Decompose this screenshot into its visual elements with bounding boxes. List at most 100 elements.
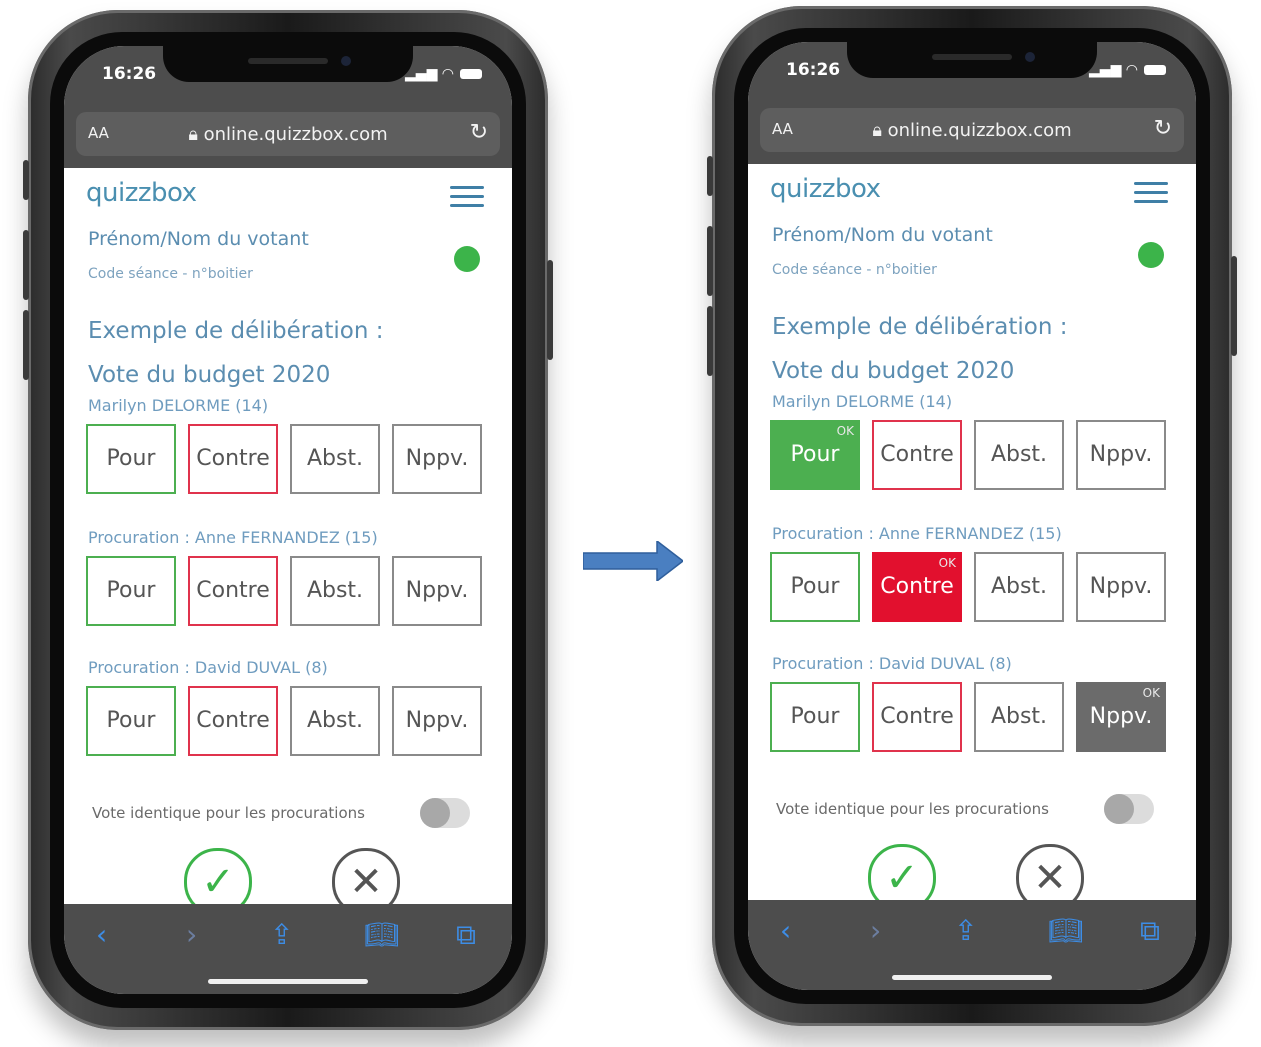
vote-abst-button[interactable]: Abst. — [974, 420, 1064, 490]
home-indicator — [892, 975, 1052, 980]
share-icon[interactable]: ⇪ — [270, 918, 293, 951]
url-text: online.quizzbox.com — [887, 120, 1072, 141]
status-bar: 16:26 ▂▄▆ ◠ — [748, 42, 1196, 102]
vote-option-label: Nppv. — [405, 446, 469, 471]
vote-option-label: Contre — [196, 578, 270, 603]
vote-option-label: Contre — [880, 442, 954, 467]
battery-icon — [460, 69, 482, 79]
same-vote-toggle[interactable] — [1104, 794, 1154, 824]
vote-nppv-button[interactable]: Nppv. — [392, 556, 482, 626]
vote-option-label: Abst. — [306, 578, 364, 603]
vote-option-label: Nppv. — [405, 708, 469, 733]
vote-abst-button[interactable]: Abst. — [290, 686, 380, 756]
vote-row: Pour Contre Abst. Nppv. OK — [770, 682, 1174, 754]
session-code: Code séance - n°boitier — [88, 266, 253, 282]
vote-abst-button[interactable]: Abst. — [290, 424, 380, 494]
lock-icon: 🔒︎ — [188, 124, 198, 145]
status-time: 16:26 — [786, 60, 841, 80]
browser-address-bar: AA 🔒︎ online.quizzbox.com ↻ — [748, 102, 1196, 164]
bezel: 16:26 ▂▄▆ ◠ AA 🔒︎ online.quizzbox.com ↻ … — [50, 32, 526, 1008]
phone-after: 16:26 ▂▄▆ ◠ AA 🔒︎ online.quizzbox.com ↻ … — [707, 6, 1237, 1026]
page-content: quizzbox Prénom/Nom du votant Code séanc… — [748, 164, 1196, 912]
vote-row: Pour OK Contre Abst. Nppv. — [770, 420, 1174, 492]
hamburger-menu-icon[interactable] — [450, 186, 484, 213]
notch — [163, 46, 413, 82]
vote-option-label: Pour — [790, 704, 840, 729]
vote-abst-button[interactable]: Abst. — [290, 556, 380, 626]
vote-abst-button[interactable]: Abst. — [974, 552, 1064, 622]
vote-contre-button[interactable]: Contre — [188, 556, 278, 626]
vote-nppv-button[interactable]: Nppv. — [392, 686, 482, 756]
signal-wifi-battery-icons: ▂▄▆ ◠ — [1089, 62, 1166, 78]
bezel: 16:26 ▂▄▆ ◠ AA 🔒︎ online.quizzbox.com ↻ … — [734, 28, 1210, 1004]
session-code: Code séance - n°boitier — [772, 262, 937, 278]
share-icon[interactable]: ⇪ — [954, 914, 977, 947]
page-content: quizzbox Prénom/Nom du votant Code séanc… — [64, 168, 512, 916]
vote-option-label: Pour — [106, 578, 156, 603]
chevron-left-icon[interactable]: ‹ — [96, 918, 107, 951]
vote-row: Pour Contre Abst. Nppv. — [86, 424, 490, 496]
reload-icon[interactable]: ↻ — [470, 120, 488, 145]
status-dot — [1138, 242, 1164, 268]
vote-group-label: Procuration : David DUVAL (8) — [88, 658, 328, 677]
mute-switch — [707, 156, 713, 196]
vote-nppv-button[interactable]: Nppv. — [1076, 552, 1166, 622]
vote-option-label: Abst. — [990, 574, 1048, 599]
vote-pour-button[interactable]: Pour — [86, 424, 176, 494]
vote-group-label: Procuration : David DUVAL (8) — [772, 654, 1012, 673]
vote-nppv-button[interactable]: Nppv. — [392, 424, 482, 494]
book-icon[interactable]: 📖︎ — [1048, 914, 1084, 947]
vote-pour-button[interactable]: Pour — [86, 686, 176, 756]
quizzbox-logo: quizzbox — [770, 174, 881, 204]
status-time: 16:26 — [102, 64, 157, 84]
url-field[interactable]: AA 🔒︎ online.quizzbox.com ↻ — [76, 112, 500, 156]
volume-down-button — [707, 306, 713, 376]
right-arrow-icon — [583, 541, 683, 581]
vote-contre-button[interactable]: Contre OK — [872, 552, 962, 622]
tabs-icon[interactable]: ⧉ — [456, 918, 476, 952]
vote-group-label: Procuration : Anne FERNANDEZ (15) — [772, 524, 1062, 543]
phone-before: 16:26 ▂▄▆ ◠ AA 🔒︎ online.quizzbox.com ↻ … — [23, 10, 553, 1030]
vote-contre-button[interactable]: Contre — [872, 682, 962, 752]
vote-nppv-button[interactable]: Nppv. OK — [1076, 682, 1166, 752]
power-button — [1231, 256, 1237, 356]
home-indicator — [208, 979, 368, 984]
vote-option-label: Abst. — [990, 442, 1048, 467]
vote-contre-button[interactable]: Contre — [188, 424, 278, 494]
vote-contre-button[interactable]: Contre — [872, 420, 962, 490]
vote-pour-button[interactable]: Pour OK — [770, 420, 860, 490]
status-dot — [454, 246, 480, 272]
vote-option-label: Nppv. — [405, 578, 469, 603]
screen: 16:26 ▂▄▆ ◠ AA 🔒︎ online.quizzbox.com ↻ … — [64, 46, 512, 994]
vote-contre-button[interactable]: Contre — [188, 686, 278, 756]
browser-toolbar: ‹ › ⇪ 📖︎ ⧉ — [748, 900, 1196, 990]
chevron-right-icon[interactable]: › — [186, 918, 197, 951]
hamburger-menu-icon[interactable] — [1134, 182, 1168, 209]
chevron-right-icon[interactable]: › — [870, 914, 881, 947]
deliberation-title: Exemple de délibération : — [88, 318, 384, 344]
book-icon[interactable]: 📖︎ — [364, 918, 400, 951]
vote-option-label: Contre — [880, 704, 954, 729]
vote-nppv-button[interactable]: Nppv. — [1076, 420, 1166, 490]
voter-name: Prénom/Nom du votant — [88, 228, 309, 250]
vote-pour-button[interactable]: Pour — [770, 682, 860, 752]
signal-wifi-battery-icons: ▂▄▆ ◠ — [405, 66, 482, 82]
chevron-left-icon[interactable]: ‹ — [780, 914, 791, 947]
vote-pour-button[interactable]: Pour — [86, 556, 176, 626]
vote-abst-button[interactable]: Abst. — [974, 682, 1064, 752]
vote-group-label: Procuration : Anne FERNANDEZ (15) — [88, 528, 378, 547]
reload-icon[interactable]: ↻ — [1154, 116, 1172, 141]
mute-switch — [23, 160, 29, 200]
lock-icon: 🔒︎ — [872, 120, 882, 141]
same-vote-toggle[interactable] — [420, 798, 470, 828]
browser-toolbar: ‹ › ⇪ 📖︎ ⧉ — [64, 904, 512, 994]
ok-badge: OK — [1142, 686, 1160, 700]
tabs-icon[interactable]: ⧉ — [1140, 914, 1160, 948]
vote-option-label: Abst. — [306, 446, 364, 471]
same-vote-label: Vote identique pour les procurations — [92, 804, 365, 822]
battery-icon — [1144, 65, 1166, 75]
vote-pour-button[interactable]: Pour — [770, 552, 860, 622]
vote-group-label: Marilyn DELORME (14) — [772, 392, 953, 411]
volume-down-button — [23, 310, 29, 380]
url-field[interactable]: AA 🔒︎ online.quizzbox.com ↻ — [760, 108, 1184, 152]
